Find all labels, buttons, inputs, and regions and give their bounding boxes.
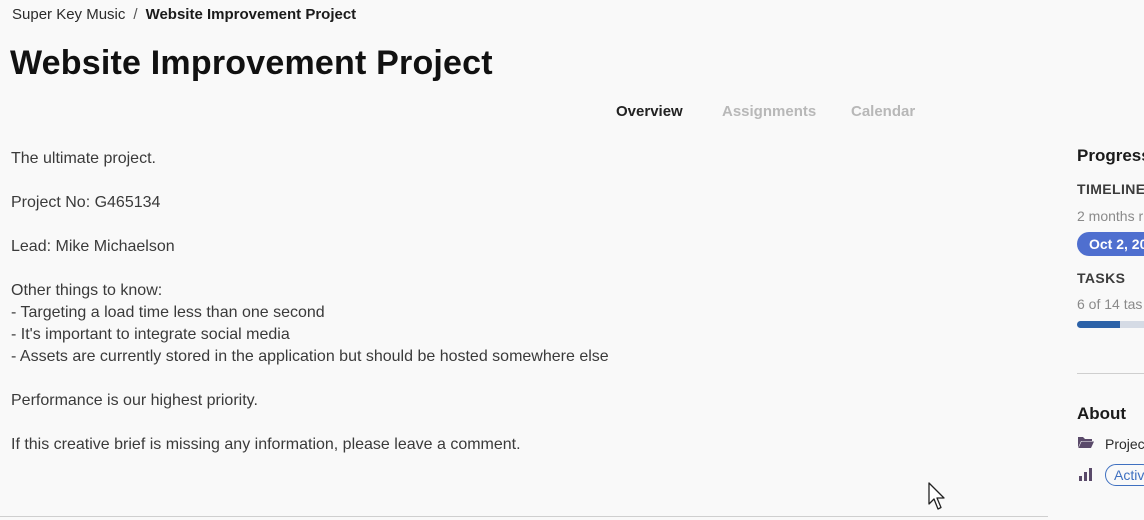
description-bullet: - It's important to integrate social med… xyxy=(11,326,290,343)
about-folder-label[interactable]: Project xyxy=(1105,436,1144,452)
panel-divider xyxy=(1077,373,1144,374)
breadcrumb: Super Key Music / Website Improvement Pr… xyxy=(12,6,356,23)
mouse-cursor-icon xyxy=(928,482,945,510)
about-folder-row[interactable]: Project xyxy=(1077,435,1144,452)
status-badge[interactable]: Activ xyxy=(1105,464,1144,486)
tasks-progress-bar xyxy=(1077,321,1144,328)
tasks-summary: 6 of 14 tas xyxy=(1077,296,1143,312)
content-divider xyxy=(0,516,1048,517)
tab-bar: Overview Assignments Calendar xyxy=(0,103,1144,125)
tab-overview[interactable]: Overview xyxy=(616,103,683,120)
timeline-label: TIMELINE xyxy=(1077,181,1144,197)
breadcrumb-separator: / xyxy=(133,6,138,23)
description-other-things: Other things to know: - Targeting a load… xyxy=(11,280,1041,368)
timeline-remaining: 2 months r xyxy=(1077,208,1144,224)
project-page: Super Key Music / Website Improvement Pr… xyxy=(0,0,1144,520)
description-lead: Lead: Mike Michaelson xyxy=(11,238,175,255)
description-bullet: - Assets are currently stored in the app… xyxy=(11,348,609,365)
description-priority: Performance is our highest priority. xyxy=(11,392,258,409)
description-project-number: Project No: G465134 xyxy=(11,194,161,211)
description-closing: If this creative brief is missing any in… xyxy=(11,436,521,453)
tasks-progress-fill xyxy=(1077,321,1120,328)
page-title: Website Improvement Project xyxy=(10,44,493,82)
progress-panel: Progress TIMELINE 2 months r Oct 2, 20 T… xyxy=(1077,146,1144,486)
breadcrumb-parent-link[interactable]: Super Key Music xyxy=(12,6,125,23)
breadcrumb-current: Website Improvement Project xyxy=(145,6,357,23)
bar-chart-icon xyxy=(1077,466,1095,485)
progress-heading: Progress xyxy=(1077,146,1144,165)
description-intro: The ultimate project. xyxy=(11,150,156,167)
project-description: The ultimate project. Project No: G46513… xyxy=(11,148,1041,478)
tab-assignments[interactable]: Assignments xyxy=(722,103,816,120)
tab-calendar[interactable]: Calendar xyxy=(851,103,915,120)
timeline-date-pill[interactable]: Oct 2, 20 xyxy=(1077,232,1144,256)
description-bullet: - Targeting a load time less than one se… xyxy=(11,304,325,321)
folder-open-icon xyxy=(1077,435,1095,452)
tasks-label: TASKS xyxy=(1077,270,1126,286)
about-heading: About xyxy=(1077,404,1127,423)
about-status-row: Activ xyxy=(1077,464,1144,486)
description-other-heading: Other things to know: xyxy=(11,282,163,299)
